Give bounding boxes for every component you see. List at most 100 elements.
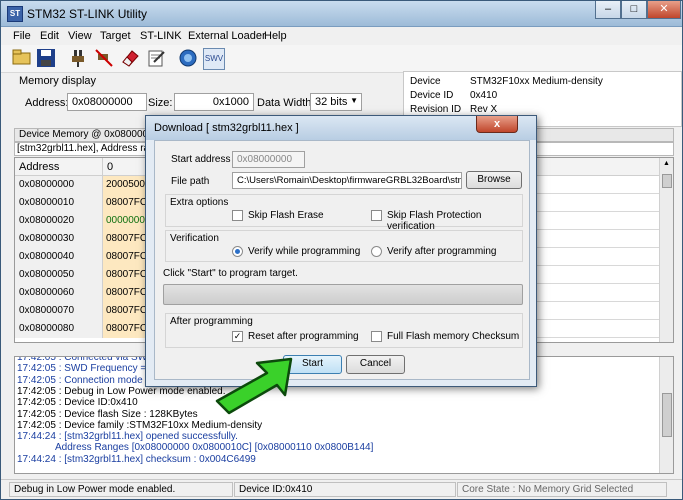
extra-options-group: Extra options Skip Flash Erase Skip Flas… <box>165 194 523 232</box>
menu-edit[interactable]: Edit <box>40 30 59 42</box>
dialog-title: Download [ stm32grbl11.hex ] <box>154 122 299 134</box>
erase-icon[interactable] <box>119 48 141 70</box>
log-line: 17:44:24 : [stm32grbl11.hex] checksum : … <box>17 453 256 465</box>
grid-header-address: Address <box>15 158 103 176</box>
device-id-key: Device ID <box>410 90 454 101</box>
menu-external-loader[interactable]: External Loader <box>188 30 266 42</box>
size-label: Size: <box>148 97 173 109</box>
file-path-label: File path <box>171 176 210 187</box>
grid-address-cell: 0x08000050 <box>15 266 103 284</box>
status-bar: Debug in Low Power mode enabled. Device … <box>1 479 682 499</box>
menu-view[interactable]: View <box>68 30 92 42</box>
status-device-id: Device ID:0x410 <box>234 482 456 497</box>
log-scroll-thumb[interactable] <box>662 393 672 437</box>
after-programming-group: After programming ✓ Reset after programm… <box>165 313 523 348</box>
grid-address-cell: 0x08000070 <box>15 302 103 320</box>
after-programming-label: After programming <box>170 316 253 327</box>
menu-stlink[interactable]: ST-LINK <box>140 30 182 42</box>
log-scrollbar[interactable] <box>659 357 673 473</box>
close-button[interactable]: ✕ <box>647 1 681 19</box>
size-input[interactable]: 0x1000 <box>174 93 254 111</box>
title-bar[interactable]: ST STM32 ST-LINK Utility – □ ✕ <box>1 1 682 27</box>
data-width-label: Data Width: <box>257 97 315 109</box>
log-line: 17:42:05 : SWD Frequency = 4,0 <box>17 363 163 375</box>
skip-protection-label: Skip Flash Protection verification <box>387 210 482 232</box>
menu-file[interactable]: File <box>13 30 31 42</box>
menu-target[interactable]: Target <box>100 30 131 42</box>
reset-after-label: Reset after programming <box>248 331 359 342</box>
revision-id-value: Rev X <box>470 104 498 115</box>
revision-id-key: Revision ID <box>410 104 462 115</box>
log-line: 17:42:05 : Device family :STM32F10xx Med… <box>17 419 263 431</box>
grid-address-cell: 0x08000030 <box>15 230 103 248</box>
log-line: 17:42:05 : Connected via SWD. <box>17 356 158 363</box>
grid-address-cell: 0x08000010 <box>15 194 103 212</box>
skip-protection-checkbox[interactable] <box>371 210 382 221</box>
verify-after-radio[interactable] <box>371 246 382 257</box>
log-line: 17:42:05 : Device ID:0x410 <box>17 397 138 409</box>
disconnect-icon[interactable] <box>93 48 115 70</box>
verify-while-radio[interactable] <box>232 246 243 257</box>
device-id-value: 0x410 <box>470 90 498 101</box>
save-icon[interactable] <box>35 48 57 70</box>
device-value: STM32F10xx Medium-density <box>470 76 603 87</box>
log-line: 17:42:05 : Debug in Low Power mode enabl… <box>17 385 226 397</box>
grid-address-cell: 0x08000080 <box>15 320 103 338</box>
data-width-value: 32 bits <box>315 96 348 108</box>
connect-icon[interactable] <box>67 48 89 70</box>
device-memory-tab-label: Device Memory @ 0x08000000 : <box>19 129 165 140</box>
status-core-state: Core State : No Memory Grid Selected <box>457 482 667 497</box>
address-input[interactable]: 0x08000000 <box>67 93 147 111</box>
verify-icon[interactable] <box>177 48 199 70</box>
data-width-select[interactable]: 32 bits ▼ <box>310 93 362 111</box>
log-line: 17:44:24 : [stm32grbl11.hex] opened succ… <box>17 431 238 443</box>
green-arrow-icon <box>215 357 293 415</box>
file-path-input[interactable]: C:\Users\Romain\Desktop\firmwareGRBL32Bo… <box>232 172 462 189</box>
dialog-title-bar[interactable]: Download [ stm32grbl11.hex ] x <box>146 116 536 140</box>
app-icon: ST <box>7 6 23 22</box>
browse-button[interactable]: Browse <box>466 171 522 189</box>
dialog-close-button[interactable]: x <box>476 116 518 133</box>
verify-after-label: Verify after programming <box>387 246 497 257</box>
scroll-up-icon[interactable]: ▲ <box>661 160 672 172</box>
open-icon[interactable] <box>11 48 33 70</box>
verification-label: Verification <box>170 233 219 244</box>
memory-display-label: Memory display <box>19 75 97 87</box>
grid-address-cell: 0x08000020 <box>15 212 103 230</box>
device-key: Device <box>410 76 441 87</box>
log-line: Address Ranges [0x08000000 0x0800010C] [… <box>55 442 374 454</box>
download-dialog: Download [ stm32grbl11.hex ] x Start add… <box>145 115 537 387</box>
toolbar: SWV <box>1 45 682 73</box>
start-hint: Click "Start" to program target. <box>163 268 298 279</box>
reset-after-checkbox[interactable]: ✓ <box>232 331 243 342</box>
skip-flash-erase-checkbox[interactable] <box>232 210 243 221</box>
full-checksum-checkbox[interactable] <box>371 331 382 342</box>
menu-bar: File Edit View Target ST-LINK External L… <box>1 27 682 45</box>
scroll-thumb[interactable] <box>662 174 672 188</box>
grid-address-cell: 0x08000040 <box>15 248 103 266</box>
maximize-button[interactable]: □ <box>621 1 647 19</box>
swv-icon[interactable]: SWV <box>203 48 225 70</box>
verify-while-label: Verify while programming <box>248 246 361 257</box>
extra-options-label: Extra options <box>170 197 229 208</box>
menu-help[interactable]: Help <box>264 30 287 42</box>
log-line: 17:42:05 : Connection mode : No <box>17 374 164 386</box>
status-left: Debug in Low Power mode enabled. <box>9 482 233 497</box>
skip-flash-erase-label: Skip Flash Erase <box>248 210 324 221</box>
start-address-label: Start address <box>171 154 231 165</box>
grid-scrollbar[interactable]: ▲ <box>659 158 673 342</box>
start-address-input[interactable]: 0x08000000 <box>232 151 305 168</box>
address-label: Address: <box>25 97 69 109</box>
file-tab-label: [stm32grbl11.hex], Address range <box>17 143 166 154</box>
cancel-button[interactable]: Cancel <box>346 355 405 374</box>
program-icon[interactable] <box>145 48 167 70</box>
window-title: STM32 ST-LINK Utility <box>27 7 148 21</box>
dialog-body: Start address 0x08000000 File path C:\Us… <box>154 140 530 380</box>
chevron-down-icon: ▼ <box>350 96 358 105</box>
minimize-button[interactable]: – <box>595 1 621 19</box>
verification-group: Verification Verify while programming Ve… <box>165 230 523 262</box>
grid-address-cell: 0x08000060 <box>15 284 103 302</box>
full-checksum-label: Full Flash memory Checksum <box>387 331 520 342</box>
progress-bar <box>163 284 523 305</box>
log-line: 17:42:05 : Device flash Size : 128KBytes <box>17 408 198 420</box>
